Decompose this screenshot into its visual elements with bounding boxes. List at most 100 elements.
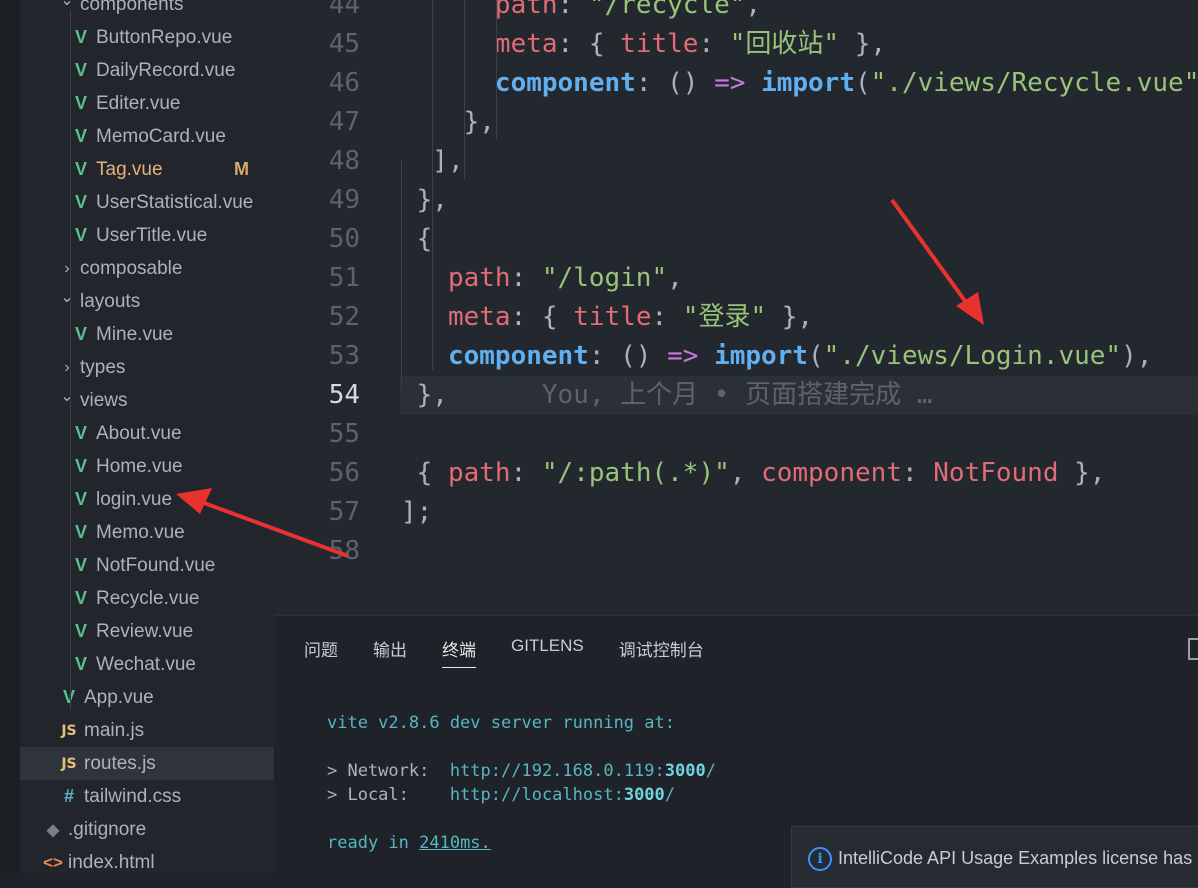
explorer-item[interactable]: V About.vue	[20, 417, 274, 450]
line-number: 44	[328, 0, 360, 20]
panel-tab[interactable]: GITLENS	[511, 636, 584, 668]
line-number: 57	[328, 497, 360, 527]
code-line[interactable]: 45 meta: { title: "回收站" },	[274, 25, 1198, 64]
code-text: {	[401, 224, 433, 254]
explorer-item[interactable]: V Wechat.vue	[20, 648, 274, 681]
tree-indent-guide	[70, 10, 71, 710]
indent-guide	[464, 0, 465, 180]
code-line[interactable]: 58	[274, 532, 1198, 571]
explorer-item-label: UserStatistical.vue	[96, 191, 254, 213]
panel-tabs: 问题 输出 终端 GITLENS 调试控制台	[304, 636, 704, 668]
explorer-item[interactable]: V DailyRecord.vue	[20, 54, 274, 87]
explorer-item[interactable]: V Memo.vue	[20, 516, 274, 549]
code-editor[interactable]: 44 path: "/recycle", 45 meta: { title: "回…	[274, 0, 1198, 615]
vue-icon: V	[74, 489, 87, 509]
panel-tab[interactable]: 问题	[304, 636, 338, 668]
explorer-item-label: MemoCard.vue	[96, 125, 226, 147]
code-line[interactable]: 50 {	[274, 220, 1198, 259]
explorer-item[interactable]: ⌄ views	[20, 384, 274, 417]
explorer-item-label: NotFound.vue	[96, 554, 216, 576]
notification-toast[interactable]: i IntelliCode API Usage Examples license…	[791, 826, 1198, 888]
chevron-right-icon: ›	[64, 259, 70, 277]
code-line[interactable]: 57];	[274, 493, 1198, 532]
network-url[interactable]: http://192.168.0.119:3000/	[450, 761, 716, 781]
explorer-item-label: index.html	[68, 851, 155, 873]
chevron-right-icon: ›	[64, 358, 70, 376]
code-line[interactable]: 49 },	[274, 181, 1198, 220]
terminal-banner: vite v2.8.6 dev server running at:	[327, 713, 675, 733]
explorer-item[interactable]: V ButtonRepo.vue	[20, 21, 274, 54]
explorer-item-label: main.js	[84, 719, 145, 741]
code-line[interactable]: 51 path: "/login",	[274, 259, 1198, 298]
explorer-item[interactable]: V UserTitle.vue	[20, 219, 274, 252]
explorer-item[interactable]: V App.vue	[20, 681, 274, 714]
explorer-item[interactable]: ⌄ components	[20, 0, 274, 21]
local-url[interactable]: http://localhost:3000/	[450, 785, 675, 805]
code-line[interactable]: 55	[274, 415, 1198, 454]
explorer-item[interactable]: V NotFound.vue	[20, 549, 274, 582]
explorer-item[interactable]: V Review.vue	[20, 615, 274, 648]
explorer-item[interactable]: V MemoCard.vue	[20, 120, 274, 153]
explorer-item[interactable]: V Recycle.vue	[20, 582, 274, 615]
terminal-local-line: > Local: http://localhost:3000/	[327, 785, 675, 805]
explorer-item-label: tailwind.css	[84, 785, 182, 807]
network-label: > Network:	[327, 761, 450, 781]
code-line[interactable]: 52 meta: { title: "登录" },	[274, 298, 1198, 337]
code-line[interactable]: 47 },	[274, 103, 1198, 142]
file-explorer: ⌄ components V ButtonRepo.vue V DailyRecord.v…	[20, 0, 274, 873]
explorer-item[interactable]: JS main.js	[20, 714, 274, 747]
explorer-item-label: Tag.vue	[96, 158, 163, 180]
explorer-item[interactable]: V Tag.vue M	[20, 153, 274, 186]
code-text: { path: "/:path(.*)", component: NotFoun…	[401, 458, 1106, 488]
explorer-item[interactable]: # tailwind.css	[20, 780, 274, 813]
explorer-item[interactable]: ◆ .gitignore	[20, 813, 274, 846]
chevron-down-icon: ⌄	[60, 387, 74, 405]
explorer-item[interactable]: › types	[20, 351, 274, 384]
explorer-item[interactable]: V Home.vue	[20, 450, 274, 483]
explorer-item[interactable]: V Mine.vue	[20, 318, 274, 351]
explorer-item-label: login.vue	[96, 488, 173, 510]
panel-tab[interactable]: 终端	[442, 636, 476, 668]
explorer-item-label: UserTitle.vue	[96, 224, 208, 246]
explorer-item[interactable]: V UserStatistical.vue	[20, 186, 274, 219]
explorer-item[interactable]: <> index.html	[20, 846, 274, 873]
explorer-item[interactable]: › composable	[20, 252, 274, 285]
git-icon: ◆	[46, 821, 60, 839]
explorer-item-label: Editer.vue	[96, 92, 181, 114]
explorer-item[interactable]: JS routes.js	[20, 747, 274, 780]
vue-icon: V	[74, 192, 87, 212]
explorer-item-label: About.vue	[96, 422, 182, 444]
activity-bar	[0, 0, 20, 873]
line-number: 52	[328, 302, 360, 332]
code-line[interactable]: 46 component: () => import("./views/Recy…	[274, 64, 1198, 103]
vue-icon: V	[74, 324, 87, 344]
code-line[interactable]: 53 component: () => import("./views/Logi…	[274, 337, 1198, 376]
vue-icon: V	[74, 588, 87, 608]
notification-text: IntelliCode API Usage Examples license h…	[838, 848, 1193, 868]
vue-icon: V	[74, 555, 87, 575]
explorer-item[interactable]: ⌄ layouts	[20, 285, 274, 318]
line-number: 50	[328, 224, 360, 254]
vue-icon: V	[74, 60, 87, 80]
vue-icon: V	[74, 456, 87, 476]
local-label: > Local:	[327, 785, 450, 805]
code-line[interactable]: 44 path: "/recycle",	[274, 0, 1198, 25]
line-number: 48	[328, 146, 360, 176]
panel-tab[interactable]: 调试控制台	[619, 636, 704, 668]
js-icon: JS	[61, 722, 77, 739]
code-line[interactable]: 48 ],	[274, 142, 1198, 181]
explorer-item[interactable]: V Editer.vue	[20, 87, 274, 120]
explorer-item[interactable]: Vlogin.vue	[20, 483, 274, 516]
code-line[interactable]: 54 }, You, 上个月 • 页面搭建完成 …	[274, 376, 1198, 415]
explorer-item-label: Review.vue	[96, 620, 194, 642]
vue-icon: V	[74, 621, 87, 641]
info-icon: i	[808, 847, 832, 871]
vue-icon: V	[74, 423, 87, 443]
modified-badge: M	[234, 159, 249, 179]
chevron-down-icon: ⌄	[60, 0, 74, 9]
code-line[interactable]: 56 { path: "/:path(.*)", component: NotF…	[274, 454, 1198, 493]
vue-icon: V	[74, 159, 87, 179]
panel-maximize-icon[interactable]	[1188, 638, 1198, 660]
panel-tab[interactable]: 输出	[373, 636, 407, 668]
explorer-item-label: ButtonRepo.vue	[96, 26, 233, 48]
